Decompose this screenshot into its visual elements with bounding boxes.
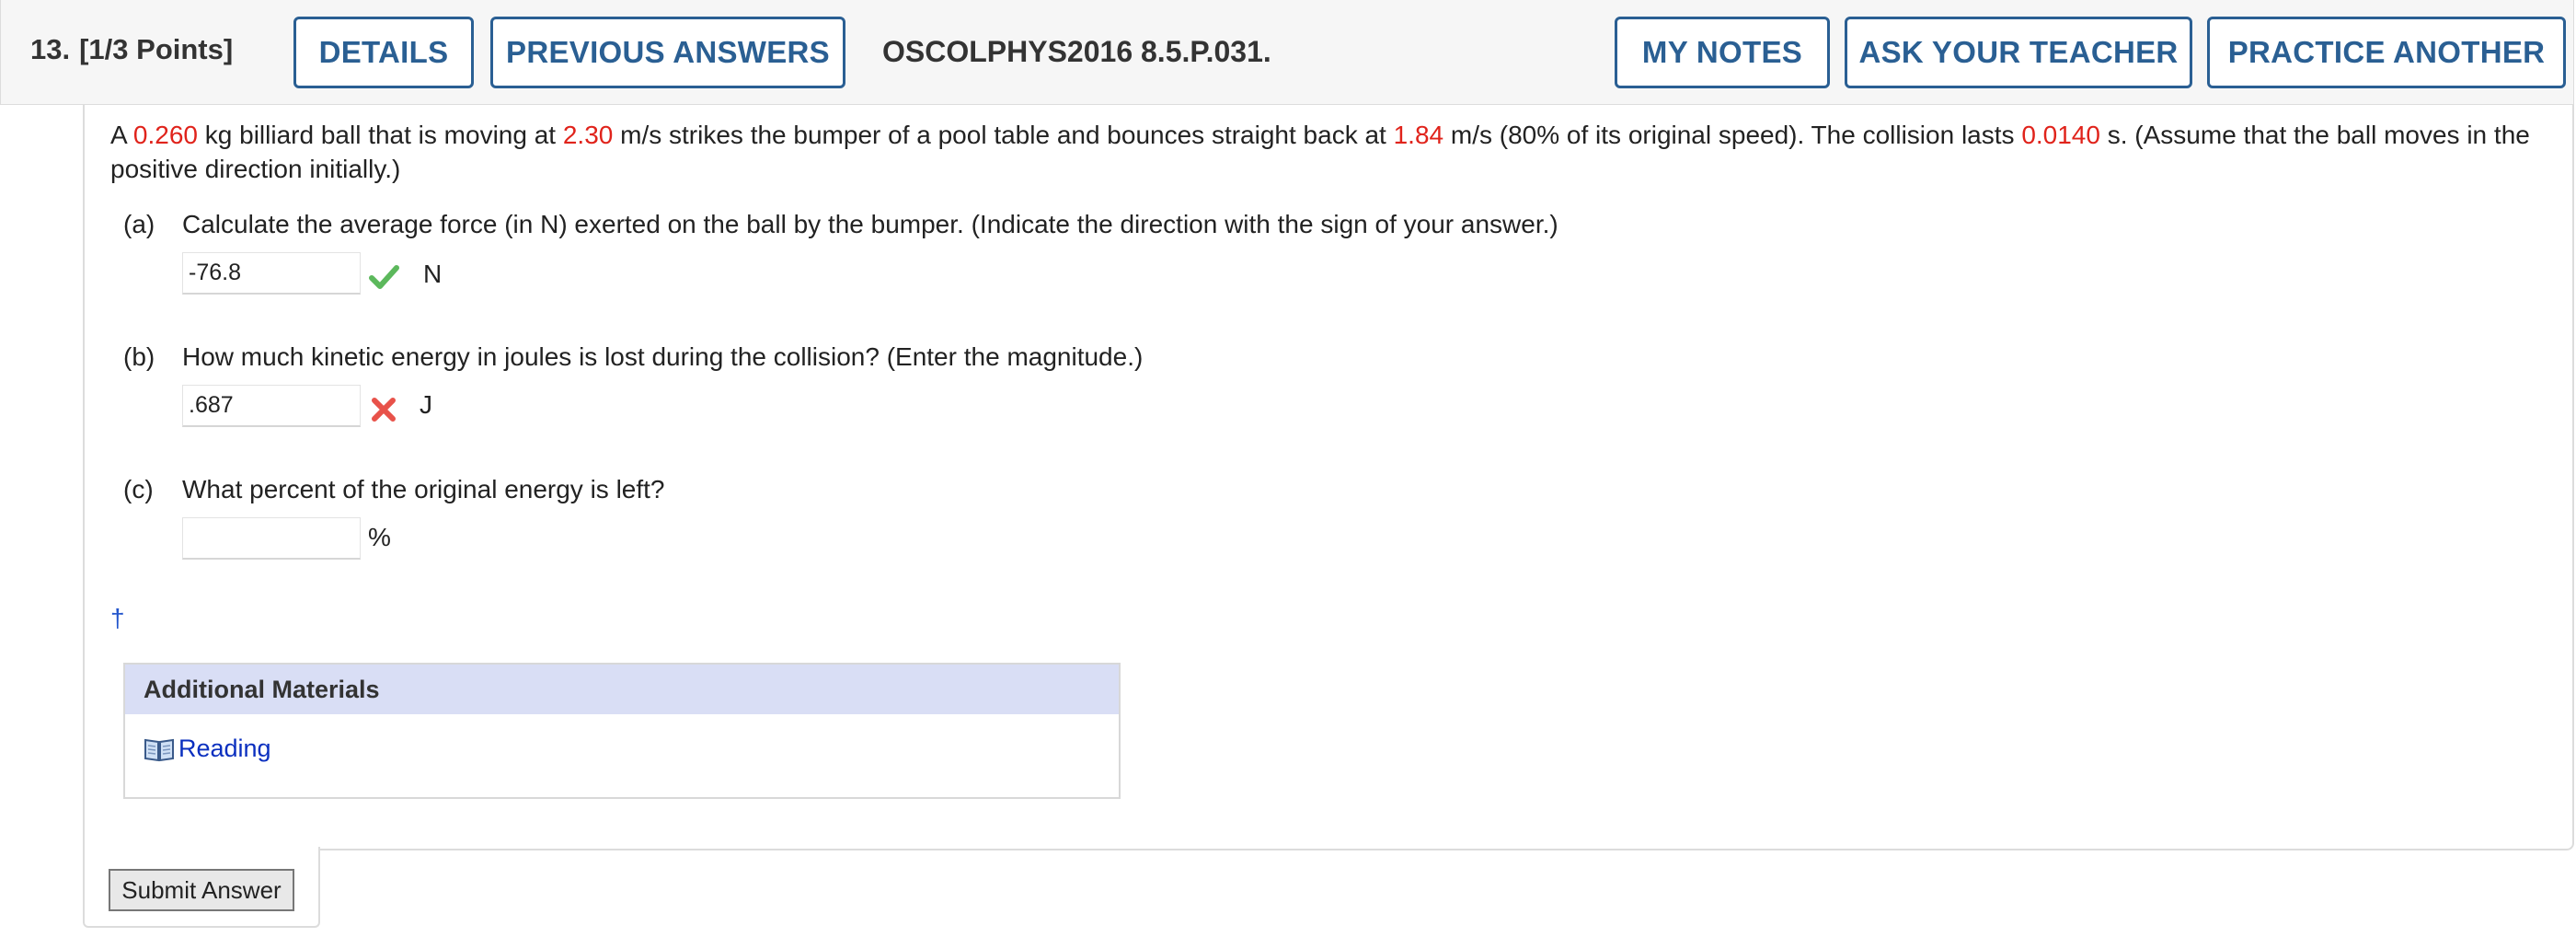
reading-link[interactable]: Reading: [144, 735, 271, 763]
part-c-unit: %: [368, 523, 391, 551]
initial-speed-value: 2.30: [562, 121, 614, 149]
practice-another-button[interactable]: PRACTICE ANOTHER: [2207, 17, 2566, 88]
cross-icon: [372, 398, 396, 422]
part-b-answer-input[interactable]: [182, 385, 361, 427]
checkmark-icon: [369, 265, 399, 289]
part-a-answer-input[interactable]: [182, 252, 361, 295]
part-a-question: Calculate the average force (in N) exert…: [182, 210, 1558, 238]
part-c-question: What percent of the original energy is l…: [182, 475, 665, 503]
points-label: [1/3 Points]: [79, 33, 234, 65]
additional-materials-title: Additional Materials: [125, 665, 1119, 714]
stem-text: m/s strikes the bumper of a pool table a…: [613, 121, 1394, 149]
part-c-answer-input[interactable]: [182, 517, 361, 560]
additional-materials-panel: Additional Materials Reading: [123, 663, 1121, 799]
ask-your-teacher-button[interactable]: ASK YOUR TEACHER: [1845, 17, 2192, 88]
book-icon: [144, 738, 174, 761]
part-b-unit: J: [420, 390, 432, 419]
part-a-label: (a): [123, 210, 155, 238]
problem-code: OSCOLPHYS2016 8.5.P.031.: [882, 35, 1271, 68]
question-header: 13. [1/3 Points] DETAILS PREVIOUS ANSWERS…: [0, 0, 2574, 105]
part-b-question: How much kinetic energy in joules is los…: [182, 342, 1144, 371]
part-c-label: (c): [123, 475, 154, 503]
question-number: 13. [1/3 Points]: [30, 33, 233, 66]
submit-answer-button[interactable]: Submit Answer: [109, 869, 294, 911]
stem-text: kg billiard ball that is moving at: [198, 121, 563, 149]
part-b-label: (b): [123, 342, 155, 371]
part-a-unit: N: [423, 260, 443, 288]
stem-text: A: [110, 121, 133, 149]
question-number-label: 13.: [30, 33, 71, 65]
collision-time-value: 0.0140: [2021, 121, 2100, 149]
question-stem: A 0.260 kg billiard ball that is moving …: [110, 118, 2539, 186]
stem-text: m/s (80% of its original speed). The col…: [1443, 121, 2022, 149]
final-speed-value: 1.84: [1393, 121, 1444, 149]
previous-answers-button[interactable]: PREVIOUS ANSWERS: [490, 17, 845, 88]
question-page: 13. [1/3 Points] DETAILS PREVIOUS ANSWERS…: [0, 0, 2576, 937]
mass-value: 0.260: [132, 121, 198, 149]
footnote-dagger[interactable]: †: [110, 604, 125, 633]
my-notes-button[interactable]: MY NOTES: [1615, 17, 1830, 88]
details-button[interactable]: DETAILS: [293, 17, 474, 88]
reading-label[interactable]: Reading: [178, 735, 271, 763]
